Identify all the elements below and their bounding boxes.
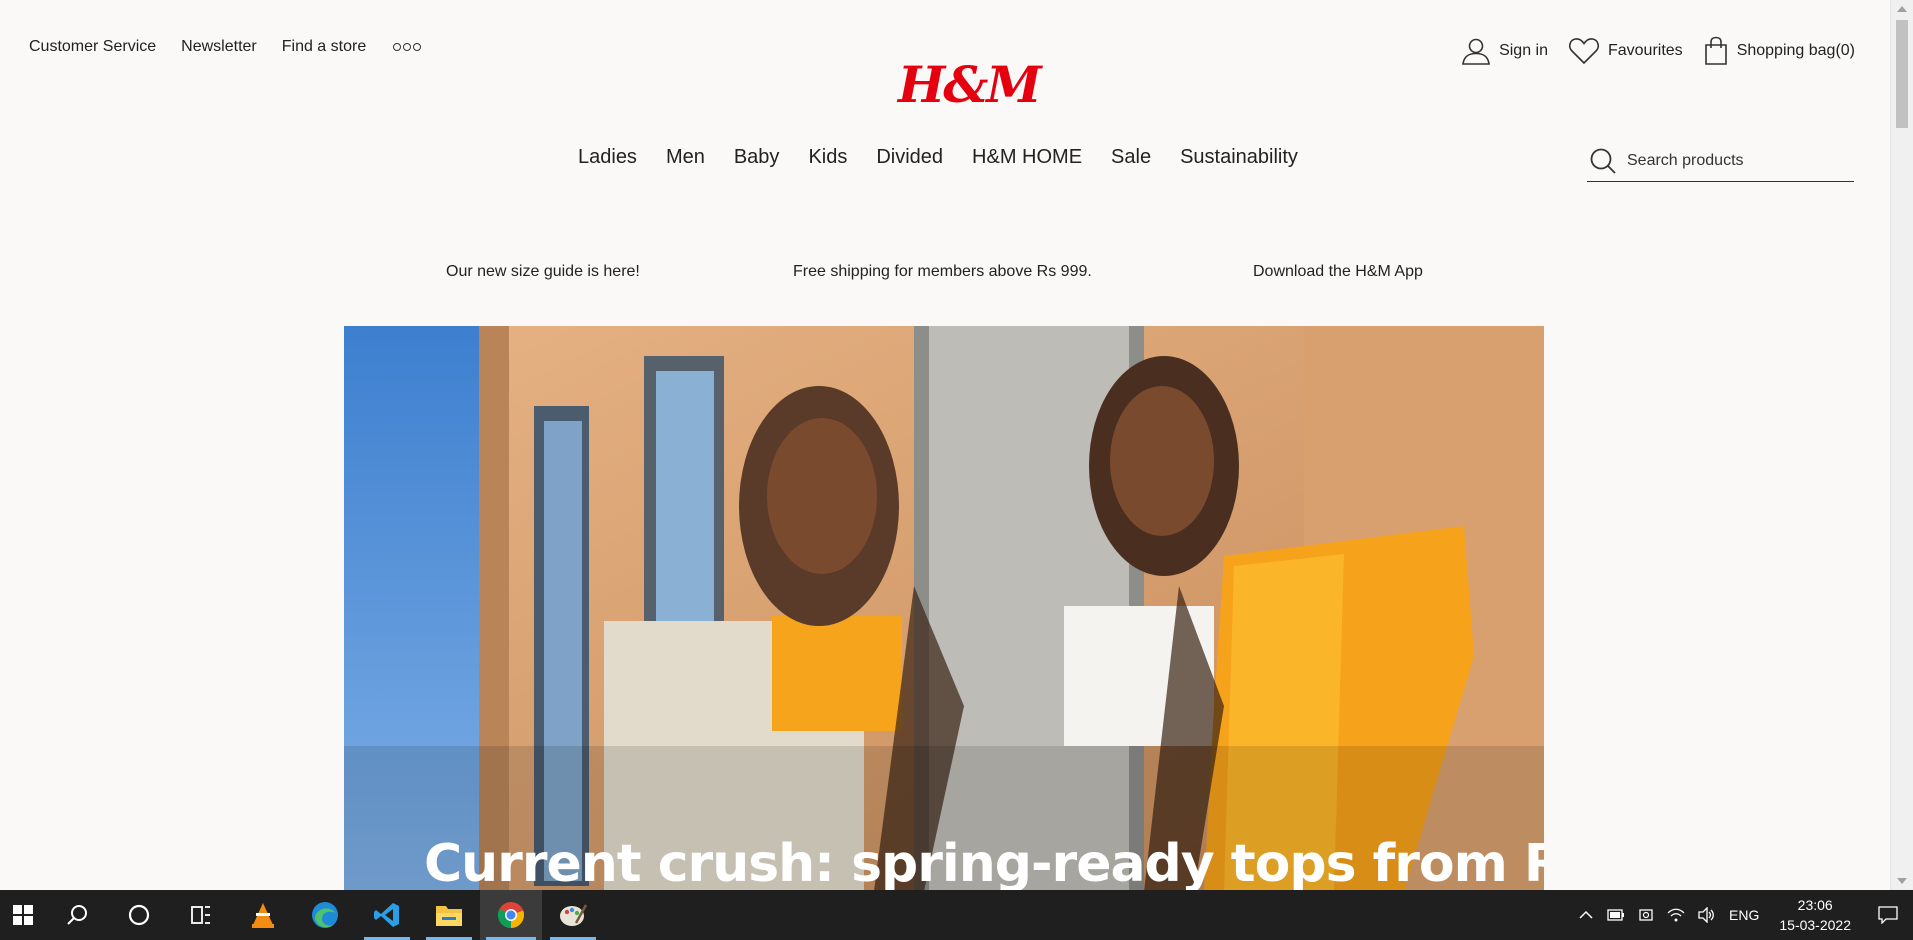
meet-now-icon[interactable] — [1631, 907, 1661, 923]
promo-download-app[interactable]: Download the H&M App — [1253, 263, 1423, 281]
paint-icon — [560, 904, 588, 926]
scroll-down-arrow-icon[interactable] — [1897, 878, 1907, 884]
sign-in-button[interactable]: Sign in — [1461, 36, 1548, 66]
search-icon — [67, 905, 87, 925]
more-options-icon[interactable] — [393, 43, 422, 51]
hero-headline: Current crush: spring-ready tops from Rs… — [424, 834, 1544, 891]
user-icon — [1462, 38, 1490, 65]
vlc-app[interactable] — [232, 890, 294, 940]
hero-image — [344, 326, 1544, 891]
favourites-label: Favourites — [1607, 42, 1683, 59]
input-language-indicator[interactable]: ENG — [1721, 907, 1767, 923]
shopping-bag-icon — [1704, 36, 1727, 65]
scroll-thumb[interactable] — [1896, 20, 1908, 128]
notification-center-button[interactable] — [1863, 890, 1913, 940]
paint-app[interactable] — [542, 890, 604, 940]
taskbar: ENG 23:06 15-03-2022 — [0, 890, 1913, 940]
wifi-icon[interactable] — [1661, 907, 1691, 923]
taskbar-search-button[interactable] — [46, 890, 108, 940]
edge-icon — [312, 902, 338, 928]
vscode-icon — [374, 903, 399, 927]
nav-divided[interactable]: Divided — [876, 146, 943, 169]
hero-banner[interactable]: Current crush: spring-ready tops from Rs… — [344, 326, 1544, 891]
windows-start-icon — [13, 905, 33, 925]
search-icon[interactable] — [1589, 147, 1617, 175]
newsletter-link[interactable]: Newsletter — [181, 38, 257, 56]
logo-text: H&M — [898, 55, 1042, 114]
file-explorer-icon — [436, 906, 462, 926]
nav-ladies[interactable]: Ladies — [578, 146, 637, 169]
clock[interactable]: 23:06 15-03-2022 — [1767, 895, 1863, 935]
clock-time: 23:06 — [1797, 897, 1833, 913]
task-view-icon — [191, 906, 210, 924]
show-hidden-icons-chevron-icon[interactable] — [1571, 910, 1601, 920]
clock-date: 15-03-2022 — [1779, 917, 1851, 933]
utility-links: Customer Service Newsletter Find a store — [29, 38, 422, 56]
search-input[interactable] — [1627, 151, 1827, 170]
nav-sale[interactable]: Sale — [1111, 146, 1151, 169]
promo-size-guide[interactable]: Our new size guide is here! — [446, 263, 640, 281]
nav-baby[interactable]: Baby — [734, 146, 780, 169]
battery-icon[interactable] — [1601, 909, 1631, 921]
nav-men[interactable]: Men — [666, 146, 705, 169]
volume-icon[interactable] — [1691, 907, 1721, 923]
system-tray: ENG 23:06 15-03-2022 — [1571, 890, 1913, 940]
page-scrollbar[interactable] — [1890, 0, 1913, 890]
search-bar — [1587, 140, 1854, 182]
notification-icon — [1878, 906, 1898, 924]
scroll-up-arrow-icon[interactable] — [1897, 6, 1907, 12]
hm-logo[interactable]: H&M — [898, 52, 1042, 118]
cortana-icon — [128, 904, 150, 926]
edge-app[interactable] — [294, 890, 356, 940]
vlc-icon — [252, 903, 274, 928]
chrome-app[interactable] — [480, 890, 542, 940]
customer-service-link[interactable]: Customer Service — [29, 38, 156, 56]
sign-in-label: Sign in — [1499, 42, 1548, 59]
shopping-bag-button[interactable]: Shopping bag(0) — [1703, 36, 1855, 66]
file-explorer-app[interactable] — [418, 890, 480, 940]
promo-free-shipping[interactable]: Free shipping for members above Rs 999. — [793, 263, 1092, 281]
nav-kids[interactable]: Kids — [808, 146, 847, 169]
shopping-bag-label: Shopping bag(0) — [1736, 42, 1855, 59]
account-actions: Sign in Favourites Shopping bag(0) — [1461, 36, 1855, 66]
vscode-app[interactable] — [356, 890, 418, 940]
find-a-store-link[interactable]: Find a store — [282, 38, 366, 56]
main-navigation: Ladies Men Baby Kids Divided H&M HOME Sa… — [578, 146, 1298, 169]
start-button[interactable] — [0, 890, 46, 940]
task-view-button[interactable] — [170, 890, 232, 940]
nav-sustainability[interactable]: Sustainability — [1180, 146, 1298, 169]
favourites-button[interactable]: Favourites — [1568, 36, 1683, 66]
chrome-icon — [497, 902, 525, 929]
nav-hm-home[interactable]: H&M HOME — [972, 146, 1082, 169]
cortana-button[interactable] — [108, 890, 170, 940]
heart-icon — [1568, 38, 1600, 65]
